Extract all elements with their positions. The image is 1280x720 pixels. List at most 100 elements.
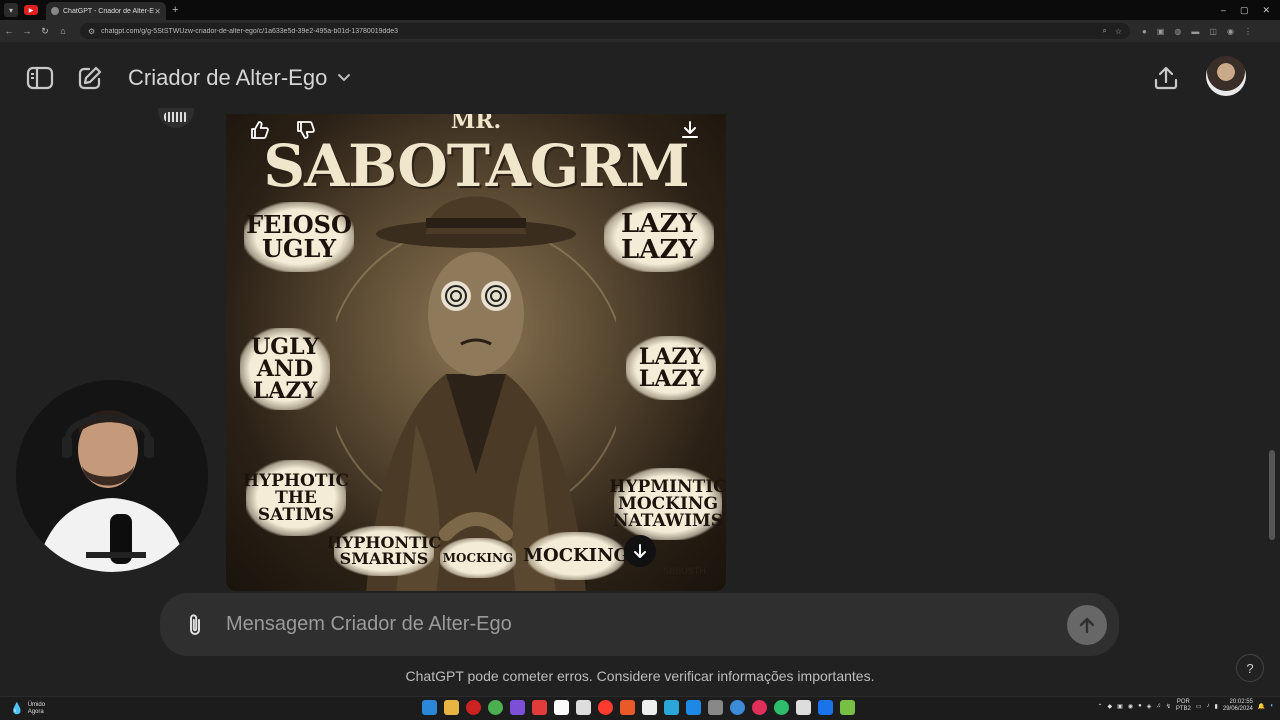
webcam-overlay: [16, 380, 208, 572]
clock[interactable]: 20:02:55 29/06/2024: [1223, 699, 1253, 713]
home-icon[interactable]: ⌂: [54, 26, 72, 36]
disclaimer-text: ChatGPT pode cometer erros. Considere ve…: [405, 668, 875, 684]
app-icon[interactable]: [576, 700, 591, 715]
tray-app-icon[interactable]: ↯: [1166, 703, 1171, 710]
poster-signature: SBBUSTH: [663, 567, 706, 577]
gpt-model-selector[interactable]: Criador de Alter-Ego: [128, 65, 351, 91]
gpt-avatar: [158, 108, 194, 128]
share-upload-icon: [1154, 66, 1178, 90]
bookmark-star-icon[interactable]: ☆: [1115, 27, 1122, 36]
os-taskbar: 💧 Úmido Agora ⌃ ◆ ▣ ◉ ● ◈ ♫ ↯ POR PTB2 ▭…: [0, 696, 1280, 720]
poster-label: LAZY LAZY: [604, 202, 714, 272]
extensions-puzzle-icon[interactable]: ◫: [1209, 27, 1217, 36]
windows-start-icon[interactable]: [422, 700, 437, 715]
weather-time: Agora: [27, 708, 44, 715]
poster-label: HYPHONTIC SMARINS: [327, 526, 441, 576]
reload-icon[interactable]: ↻: [36, 26, 54, 37]
volume-icon[interactable]: ♪: [1207, 703, 1210, 709]
like-button[interactable]: [246, 116, 274, 144]
chat-scrollbar[interactable]: [1268, 46, 1278, 592]
new-chat-button[interactable]: [74, 62, 106, 94]
browser-tab[interactable]: ChatGPT - Criador de Alter-Ego ✕: [46, 2, 166, 20]
taskbar-apps: [422, 700, 855, 715]
app-icon[interactable]: [620, 700, 635, 715]
poster-label: UGLY AND LAZY: [240, 328, 330, 410]
tray-app-icon[interactable]: ◉: [1128, 703, 1133, 710]
send-button[interactable]: [1067, 604, 1107, 645]
notification-bell-icon[interactable]: 🔔: [1258, 703, 1265, 710]
new-tab-icon[interactable]: +: [172, 4, 178, 16]
notion-icon[interactable]: [554, 700, 569, 715]
poster-label: MOCKING: [523, 532, 629, 580]
page-title: Criador de Alter-Ego: [128, 65, 328, 90]
extension-icon[interactable]: ◍: [1174, 27, 1181, 36]
sidebar-toggle-button[interactable]: [24, 62, 56, 94]
tab-search-icon[interactable]: ▾: [4, 3, 18, 17]
extension-icon[interactable]: ●: [1142, 27, 1147, 36]
site-info-icon[interactable]: ⚙: [88, 27, 95, 36]
app-icon[interactable]: [796, 700, 811, 715]
generated-image[interactable]: MR. SABOTAGRM FEIOSO UGLY LAZY LAZY UGLY…: [226, 114, 726, 591]
sidebar-icon: [26, 66, 54, 90]
maximize-window-button[interactable]: ▢: [1240, 5, 1249, 16]
nvidia-icon[interactable]: [840, 700, 855, 715]
user-avatar[interactable]: [1206, 56, 1246, 96]
scrollbar-thumb[interactable]: [1269, 450, 1275, 540]
tray-app-icon[interactable]: ◈: [1147, 703, 1152, 710]
file-explorer-icon[interactable]: [444, 700, 459, 715]
close-tab-icon[interactable]: ✕: [154, 7, 161, 16]
app-icon[interactable]: [774, 700, 789, 715]
tray-app-icon[interactable]: ●: [1138, 703, 1142, 709]
opera-icon[interactable]: [466, 700, 481, 715]
attach-file-button[interactable]: [182, 612, 208, 638]
copilot-icon[interactable]: ◐: [1270, 703, 1274, 709]
help-button[interactable]: ?: [1236, 654, 1264, 682]
app-icon[interactable]: [532, 700, 547, 715]
extension-icon[interactable]: ▬: [1191, 27, 1199, 36]
edge-icon[interactable]: [730, 700, 745, 715]
tray-app-icon[interactable]: ▣: [1117, 703, 1123, 710]
chatgpt-favicon-icon: [51, 7, 59, 15]
minimize-window-button[interactable]: –: [1221, 5, 1226, 16]
poster-label: HYPMINTIC MOCKING NATAWIMS: [609, 468, 726, 540]
system-tray: ⌃ ◆ ▣ ◉ ● ◈ ♫ ↯ POR PTB2 ▭ ♪ ▮ 20:02:55 …: [1098, 699, 1275, 713]
app-icon[interactable]: [642, 700, 657, 715]
download-image-button[interactable]: [676, 116, 704, 144]
app-icon[interactable]: [708, 700, 723, 715]
zoom-icon[interactable]: ⌕: [1102, 26, 1106, 36]
tray-app-icon[interactable]: ◆: [1108, 703, 1113, 710]
window-controls: – ▢ ✕: [1221, 5, 1270, 16]
back-arrow-icon[interactable]: ←: [0, 26, 18, 36]
network-icon[interactable]: ▭: [1196, 703, 1202, 710]
address-bar[interactable]: ⚙ chatgpt.com/g/g-5StSTWUzw-criador-de-a…: [80, 23, 1130, 39]
share-button[interactable]: [1150, 62, 1182, 94]
app-icon[interactable]: [664, 700, 679, 715]
close-window-button[interactable]: ✕: [1262, 5, 1270, 16]
vscode-icon[interactable]: [686, 700, 701, 715]
language-indicator[interactable]: POR PTB2: [1176, 699, 1191, 713]
mail-icon[interactable]: [818, 700, 833, 715]
scroll-to-bottom-button[interactable]: [624, 535, 656, 567]
app-icon[interactable]: [752, 700, 767, 715]
browser-menu-icon[interactable]: ⋮: [1244, 27, 1252, 36]
keyboard-layout: PTB2: [1175, 706, 1191, 713]
thumbs-down-icon: [297, 121, 315, 139]
app-icon[interactable]: [510, 700, 525, 715]
browser-tab-label: ChatGPT - Criador de Alter-Ego: [63, 7, 155, 15]
chrome-icon[interactable]: [488, 700, 503, 715]
profile-icon[interactable]: ◉: [1227, 27, 1234, 36]
chevron-up-icon[interactable]: ⌃: [1098, 703, 1103, 710]
dislike-button[interactable]: [292, 116, 320, 144]
extension-icon[interactable]: ▣: [1157, 27, 1165, 36]
youtube-icon[interactable]: ▶: [24, 5, 38, 15]
browser-tab-strip: ▾ ▶ ChatGPT - Criador de Alter-Ego ✕ + –…: [0, 0, 1280, 20]
app-icon[interactable]: [598, 700, 613, 715]
droplet-icon: 💧: [10, 703, 24, 715]
url-text: chatgpt.com/g/g-5StSTWUzw-criador-de-alt…: [101, 27, 399, 35]
battery-icon[interactable]: ▮: [1215, 703, 1218, 710]
message-input[interactable]: [226, 613, 1067, 636]
microphone-icon[interactable]: ♫: [1156, 703, 1161, 709]
forward-arrow-icon[interactable]: →: [18, 26, 36, 36]
language-code: POR: [1176, 699, 1190, 705]
weather-widget[interactable]: 💧 Úmido Agora: [10, 702, 45, 715]
